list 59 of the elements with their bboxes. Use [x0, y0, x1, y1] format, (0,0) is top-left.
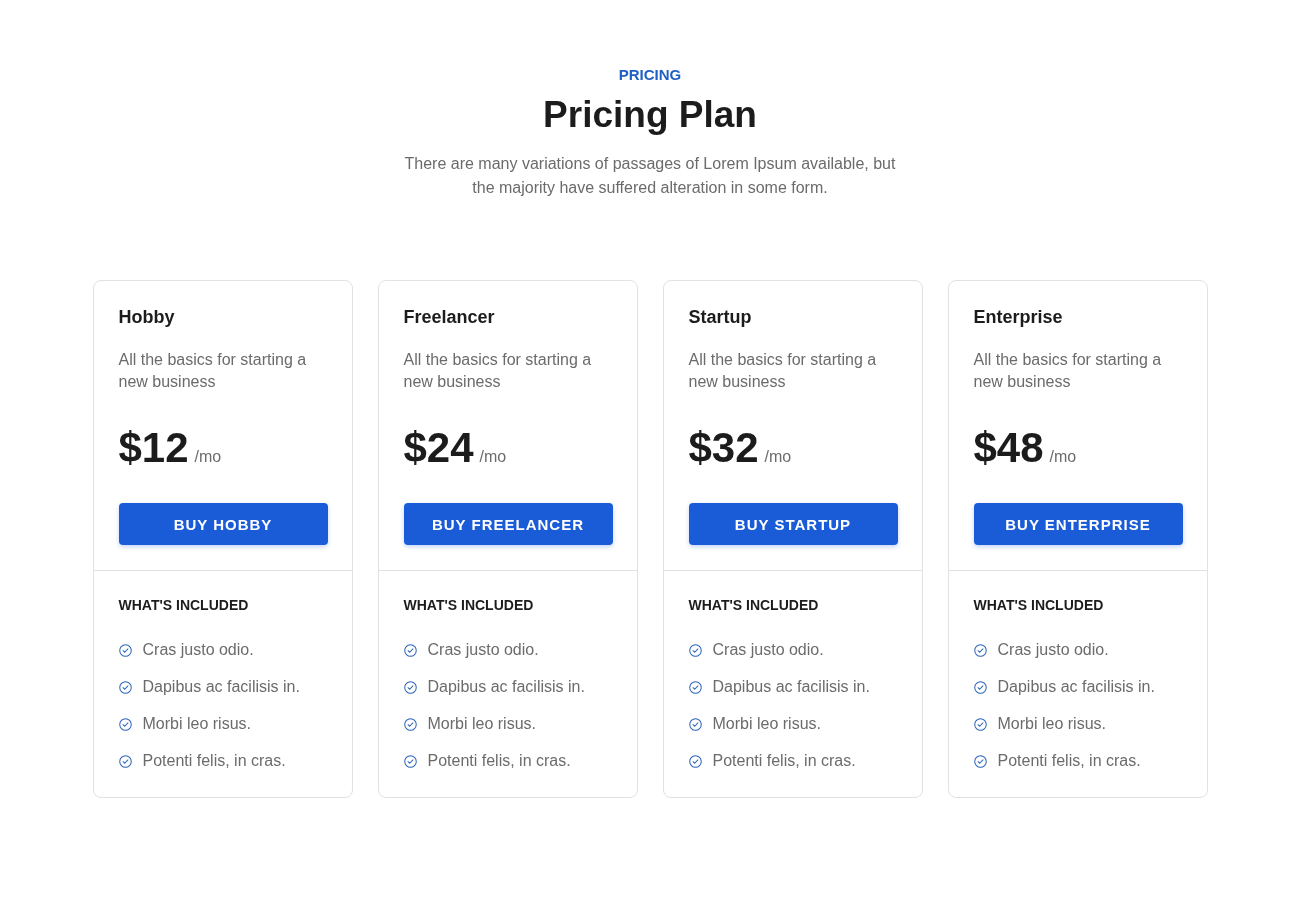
feature-text: Dapibus ac facilisis in.: [712, 677, 870, 697]
feature-text: Morbi leo risus.: [427, 714, 536, 734]
included-heading: WHAT'S INCLUDED: [403, 596, 535, 614]
check-circle-icon: [973, 680, 987, 694]
buy-button[interactable]: BUY STARTUP: [688, 503, 898, 545]
price-period: /mo: [1049, 448, 1077, 466]
feature-text: Dapibus ac facilisis in.: [997, 677, 1155, 697]
included-heading: WHAT'S INCLUDED: [118, 596, 250, 614]
feature-text: Dapibus ac facilisis in.: [427, 677, 585, 697]
plan-description: All the basics for starting a new business: [973, 350, 1163, 392]
price-period: /mo: [194, 448, 222, 466]
check-circle-icon: [403, 717, 417, 731]
feature-text: Morbi leo risus.: [712, 714, 821, 734]
feature-text: Morbi leo risus.: [142, 714, 251, 734]
feature-text: Morbi leo risus.: [997, 714, 1106, 734]
feature-text: Cras justo odio.: [427, 640, 539, 660]
check-circle-icon: [973, 643, 987, 657]
check-circle-icon: [973, 717, 987, 731]
check-circle-icon: [688, 680, 702, 694]
included-heading: WHAT'S INCLUDED: [688, 596, 820, 614]
page-subtitle: There are many variations of passages of Lorem Ipsum available, but the majority have suffered alteration in some form.: [403, 154, 897, 198]
feature-text: Potenti felis, in cras.: [712, 751, 856, 771]
feature-text: Cras justo odio.: [142, 640, 254, 660]
plan-description: All the basics for starting a new business: [403, 350, 593, 392]
feature-text: Cras justo odio.: [712, 640, 824, 660]
plan-name: Startup: [688, 306, 752, 329]
plan-name: Hobby: [118, 306, 175, 329]
plan-price: $24: [403, 424, 474, 472]
check-circle-icon: [403, 754, 417, 768]
check-circle-icon: [688, 754, 702, 768]
page-title: Pricing Plan: [543, 93, 757, 137]
check-circle-icon: [973, 754, 987, 768]
price-period: /mo: [764, 448, 792, 466]
plan-price: $48: [973, 424, 1044, 472]
check-circle-icon: [118, 717, 132, 731]
check-circle-icon: [688, 717, 702, 731]
check-circle-icon: [403, 643, 417, 657]
plan-description: All the basics for starting a new business: [688, 350, 878, 392]
check-circle-icon: [118, 680, 132, 694]
included-heading: WHAT'S INCLUDED: [973, 596, 1105, 614]
feature-text: Potenti felis, in cras.: [997, 751, 1141, 771]
buy-button[interactable]: BUY FREELANCER: [403, 503, 613, 545]
feature-text: Potenti felis, in cras.: [427, 751, 571, 771]
plan-price: $12: [118, 424, 189, 472]
check-circle-icon: [403, 680, 417, 694]
plan-name: Enterprise: [973, 306, 1063, 329]
buy-button[interactable]: BUY HOBBY: [118, 503, 328, 545]
check-circle-icon: [118, 643, 132, 657]
plan-price: $32: [688, 424, 759, 472]
plan-name: Freelancer: [403, 306, 495, 329]
section-eyebrow: PRICING: [618, 65, 682, 85]
feature-text: Potenti felis, in cras.: [142, 751, 286, 771]
price-period: /mo: [479, 448, 507, 466]
buy-button[interactable]: BUY ENTERPRISE: [973, 503, 1183, 545]
plan-description: All the basics for starting a new business: [118, 350, 308, 392]
check-circle-icon: [118, 754, 132, 768]
check-circle-icon: [688, 643, 702, 657]
feature-text: Dapibus ac facilisis in.: [142, 677, 300, 697]
feature-text: Cras justo odio.: [997, 640, 1109, 660]
